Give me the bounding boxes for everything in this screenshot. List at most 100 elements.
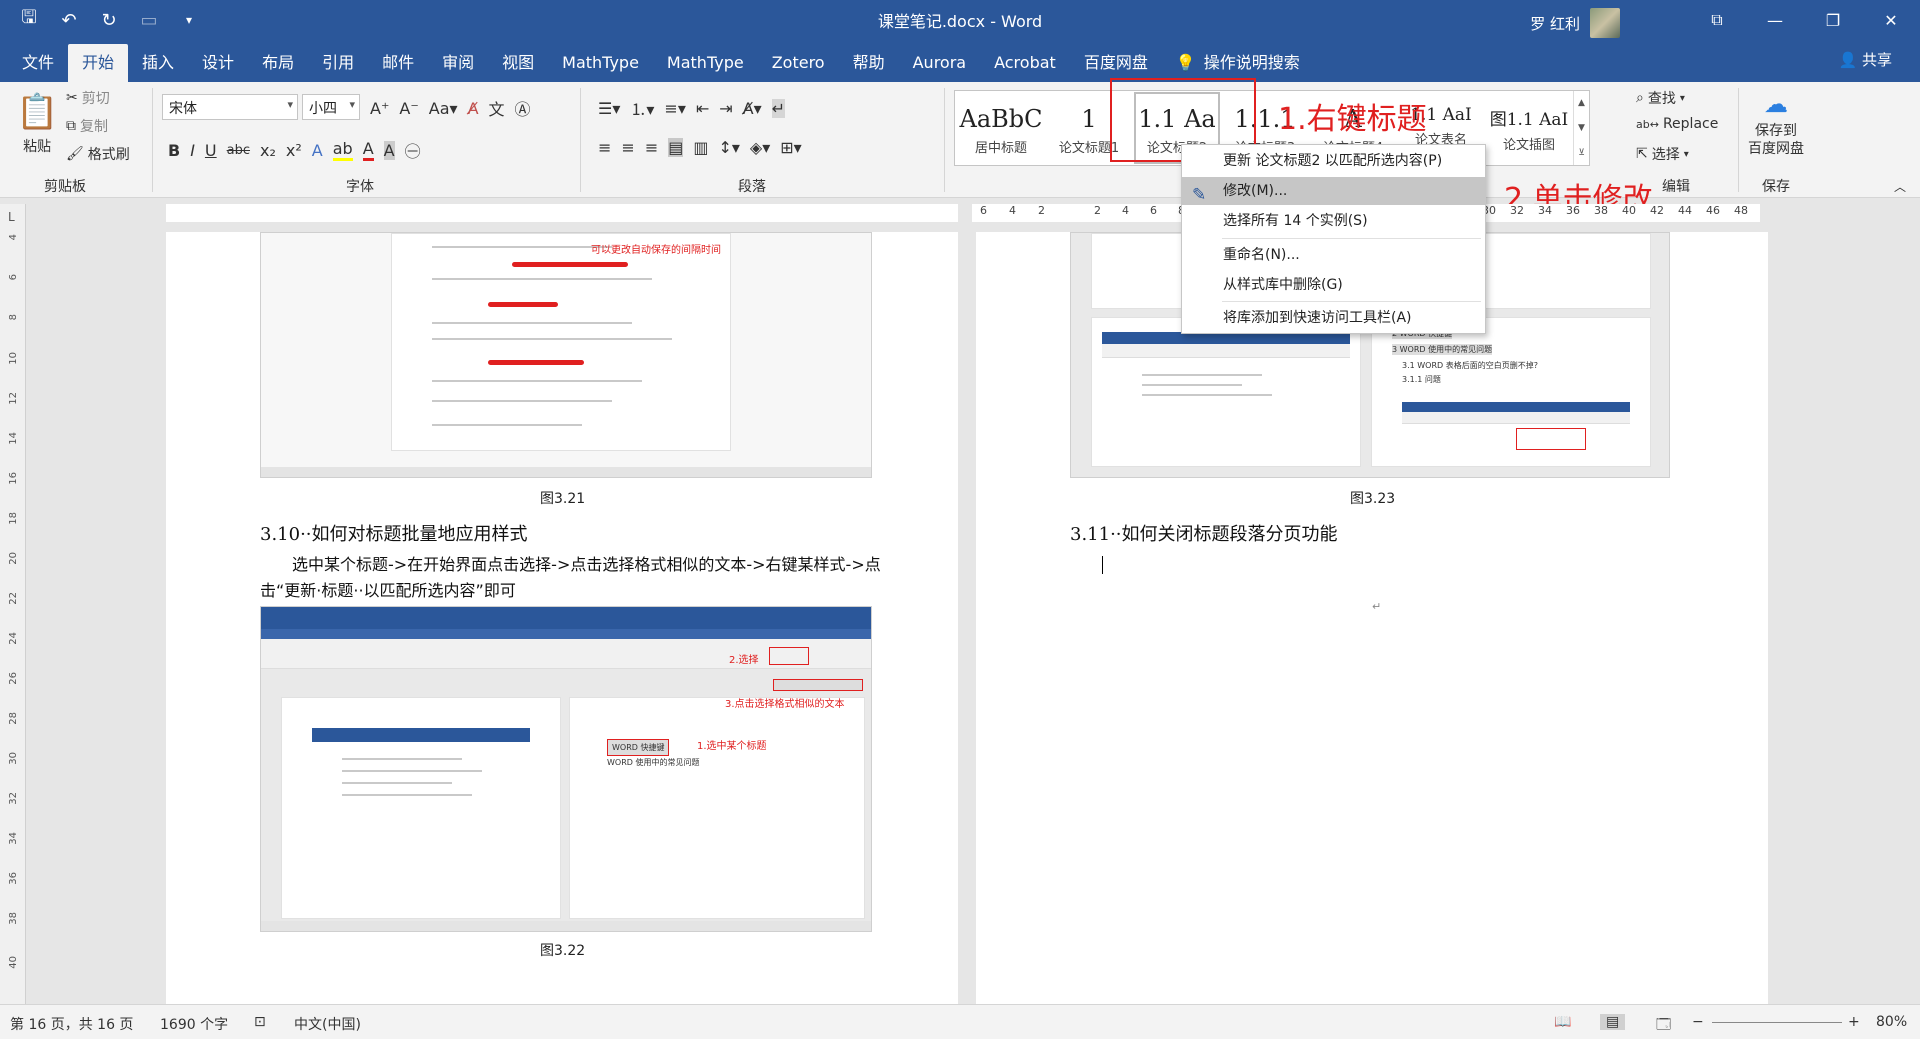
- highlight-icon[interactable]: ab: [332, 139, 353, 161]
- style-centered-title[interactable]: AaBbC 居中标题: [957, 91, 1045, 165]
- ribbon-display-options-icon[interactable]: ⧉: [1688, 0, 1746, 40]
- decrease-indent-icon[interactable]: ⇤: [696, 99, 709, 118]
- numbering-icon[interactable]: ⒈▾: [630, 96, 654, 120]
- tab-acrobat[interactable]: Acrobat: [980, 44, 1070, 82]
- read-mode-icon[interactable]: 📖: [1554, 1014, 1571, 1030]
- multilevel-list-icon[interactable]: ≡▾: [664, 99, 685, 118]
- font-size-combo[interactable]: 小四: [302, 94, 360, 120]
- save-to-baidu-button[interactable]: ☁ 保存到 百度网盘: [1748, 90, 1804, 158]
- bold-icon[interactable]: B: [168, 141, 180, 160]
- text-effects-icon[interactable]: A: [312, 141, 323, 160]
- collapse-ribbon-icon[interactable]: ︿: [1894, 178, 1906, 195]
- tab-zotero[interactable]: Zotero: [758, 44, 839, 82]
- tab-file[interactable]: 文件: [8, 44, 68, 82]
- align-left-icon[interactable]: ≡: [598, 138, 611, 157]
- close-icon[interactable]: ✕: [1862, 0, 1920, 40]
- phonetic-guide-icon[interactable]: 文: [489, 96, 505, 120]
- section-heading-3-10[interactable]: 3.10··如何对标题批量地应用样式: [260, 520, 528, 546]
- undo-icon[interactable]: ↶: [56, 10, 82, 31]
- menu-update-to-match[interactable]: 更新 论文标题2 以匹配所选内容(P): [1182, 147, 1485, 175]
- superscript-icon[interactable]: x²: [286, 141, 302, 160]
- underline-icon[interactable]: U: [205, 141, 217, 160]
- tab-references[interactable]: 引用: [308, 44, 368, 82]
- format-painter-button[interactable]: 🖌 格式刷: [66, 144, 130, 164]
- find-button[interactable]: ⌕ 查找 ▾: [1636, 88, 1685, 108]
- replace-button[interactable]: ab↔ Replace: [1636, 116, 1718, 132]
- restore-icon[interactable]: ❐: [1804, 0, 1862, 40]
- tab-baidu-netdisk[interactable]: 百度网盘: [1070, 44, 1162, 82]
- touch-mode-icon[interactable]: ▭: [136, 10, 162, 31]
- strikethrough-icon[interactable]: abc: [227, 143, 250, 158]
- align-center-icon[interactable]: ≡: [621, 138, 634, 157]
- tab-aurora[interactable]: Aurora: [899, 44, 980, 82]
- scroll-up-icon[interactable]: ▲: [1578, 98, 1585, 108]
- minimize-icon[interactable]: —: [1746, 0, 1804, 40]
- justify-icon[interactable]: ▤: [668, 138, 684, 157]
- show-marks-icon[interactable]: ↵: [771, 98, 786, 118]
- body-paragraph-line2[interactable]: 击“更新·标题··以匹配所选内容”即可: [260, 578, 516, 604]
- character-shading-icon[interactable]: A: [383, 140, 395, 160]
- page-count[interactable]: 第 16 页，共 16 页: [10, 1014, 133, 1034]
- menu-select-all-instances[interactable]: 选择所有 14 个实例(S): [1182, 207, 1485, 235]
- print-layout-icon[interactable]: ▤: [1600, 1014, 1626, 1030]
- distributed-icon[interactable]: ▥: [693, 138, 708, 157]
- borders-icon[interactable]: ⊞▾: [780, 138, 801, 157]
- proofing-icon[interactable]: ⊡: [254, 1014, 266, 1030]
- align-right-icon[interactable]: ≡: [645, 138, 658, 157]
- bullets-icon[interactable]: ☰▾: [598, 99, 620, 118]
- enclose-characters-icon[interactable]: ㊀: [405, 138, 421, 162]
- document-page-right[interactable]: 2 WORD 快捷键 3 WORD 使用中的常见问题 3.1 WORD 表格后面…: [976, 232, 1768, 1004]
- zoom-slider[interactable]: [1712, 1022, 1842, 1023]
- scroll-down-icon[interactable]: ▼: [1578, 123, 1585, 133]
- tab-insert[interactable]: 插入: [128, 44, 188, 82]
- body-paragraph-line1[interactable]: 选中某个标题->在开始界面点击选择->点击选择格式相似的文本->右键某样式->点: [292, 552, 881, 578]
- redo-icon[interactable]: ↻: [96, 10, 122, 31]
- menu-remove-from-gallery[interactable]: 从样式库中删除(G): [1182, 271, 1485, 299]
- zoom-out-icon[interactable]: −: [1692, 1014, 1704, 1030]
- style-figure[interactable]: 图1.1 AaI 论文插图: [1485, 91, 1573, 165]
- menu-rename[interactable]: 重命名(N)...: [1182, 241, 1485, 269]
- italic-icon[interactable]: I: [190, 141, 195, 160]
- font-color-icon[interactable]: A: [362, 139, 374, 161]
- tab-mathtype-2[interactable]: MathType: [653, 44, 758, 82]
- menu-add-to-quick-access[interactable]: 将库添加到快速访问工具栏(A): [1182, 304, 1485, 332]
- tab-home[interactable]: 开始: [68, 44, 129, 82]
- font-name-combo[interactable]: 宋体: [162, 94, 298, 120]
- figure-3-22-image[interactable]: WORD 快捷键 WORD 使用中的常见问题 1.选中某个标题 2.选择 3.点…: [260, 606, 872, 932]
- zoom-in-icon[interactable]: +: [1848, 1014, 1860, 1030]
- shading-icon[interactable]: ◈▾: [750, 138, 770, 157]
- section-heading-3-11[interactable]: 3.11··如何关闭标题段落分页功能: [1070, 520, 1338, 546]
- paste-button[interactable]: 📋 粘贴: [16, 92, 58, 156]
- figure-3-21-image[interactable]: 可以更改自动保存的间隔时间: [260, 232, 872, 478]
- user-account[interactable]: 罗 红利: [1530, 8, 1620, 38]
- tell-me-search[interactable]: 💡 操作说明搜索: [1162, 44, 1314, 82]
- tab-mailings[interactable]: 邮件: [368, 44, 428, 82]
- tab-view[interactable]: 视图: [488, 44, 548, 82]
- ruler-tab-selector[interactable]: L: [8, 210, 15, 224]
- more-styles-icon[interactable]: ⊻: [1578, 148, 1585, 158]
- select-button[interactable]: ⇱ 选择 ▾: [1636, 144, 1689, 164]
- line-spacing-icon[interactable]: ↕▾: [718, 138, 739, 157]
- change-case-icon[interactable]: Aa▾: [429, 99, 458, 118]
- tab-help[interactable]: 帮助: [839, 44, 899, 82]
- tab-layout[interactable]: 布局: [248, 44, 308, 82]
- grow-font-icon[interactable]: A⁺: [370, 99, 389, 118]
- share-button[interactable]: 👤 共享: [1839, 49, 1892, 70]
- save-icon[interactable]: 🖫: [16, 5, 42, 35]
- character-border-icon[interactable]: Ⓐ: [515, 96, 531, 120]
- web-layout-icon[interactable]: 🗔: [1656, 1014, 1671, 1038]
- asian-layout-icon[interactable]: A̸▾: [743, 99, 762, 118]
- tab-review[interactable]: 审阅: [428, 44, 488, 82]
- cut-button[interactable]: ✂ 剪切: [66, 88, 110, 108]
- subscript-icon[interactable]: x₂: [260, 141, 276, 160]
- shrink-font-icon[interactable]: A⁻: [399, 99, 418, 118]
- language[interactable]: 中文(中国): [294, 1014, 361, 1034]
- zoom-level[interactable]: 80%: [1876, 1014, 1907, 1030]
- customize-quick-access-icon[interactable]: ▾: [176, 13, 202, 27]
- tab-mathtype-1[interactable]: MathType: [548, 44, 653, 82]
- copy-button[interactable]: ⧉ 复制: [66, 116, 108, 136]
- increase-indent-icon[interactable]: ⇥: [719, 99, 732, 118]
- avatar[interactable]: [1590, 8, 1620, 38]
- tab-design[interactable]: 设计: [188, 44, 248, 82]
- word-count[interactable]: 1690 个字: [160, 1014, 228, 1034]
